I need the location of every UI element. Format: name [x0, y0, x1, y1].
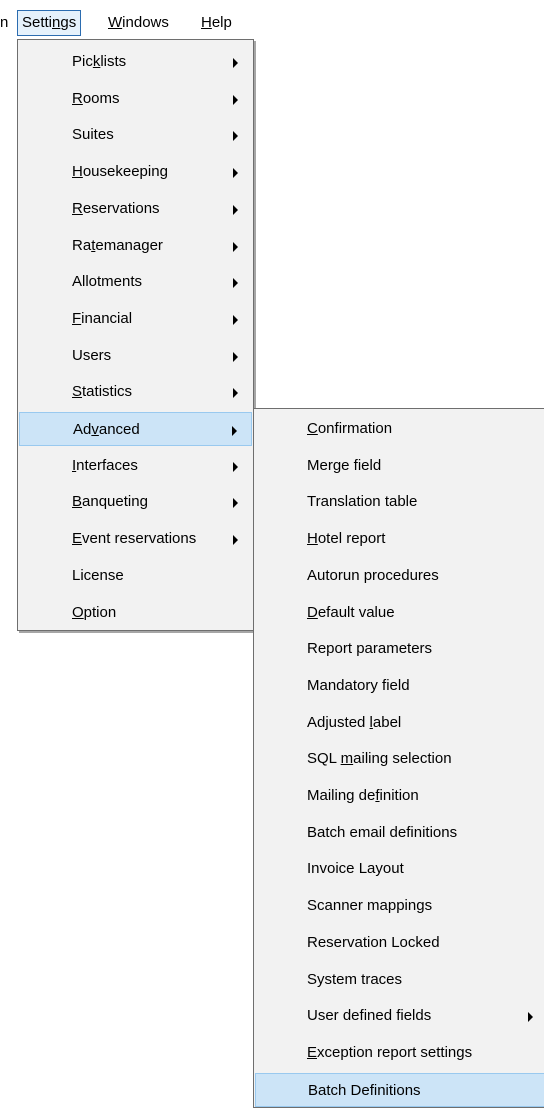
settings-item-label: Users: [72, 346, 112, 364]
advanced-item-invoice-layout[interactable]: Invoice Layout: [255, 852, 544, 886]
submenu-arrow-icon: [233, 58, 238, 68]
advanced-item-label: Batch Definitions: [308, 1081, 421, 1099]
advanced-item-default-value[interactable]: Default value: [255, 596, 544, 630]
settings-item-suites[interactable]: Suites: [19, 118, 252, 152]
settings-item-advanced[interactable]: Advanced: [19, 412, 252, 446]
advanced-item-label: Autorun procedures: [307, 566, 439, 584]
advanced-item-label: Scanner mappings: [307, 897, 433, 915]
settings-item-allotments[interactable]: Allotments: [19, 265, 252, 299]
submenu-arrow-icon: [233, 535, 238, 546]
advanced-item-label: Merge field: [307, 456, 382, 474]
submenu-arrow-icon: [233, 314, 238, 325]
submenu-arrow-icon: [233, 204, 238, 215]
advanced-item-label: Default value: [307, 603, 395, 621]
settings-item-rooms[interactable]: Rooms: [19, 82, 252, 116]
advanced-item-label: Exception report settings: [307, 1043, 473, 1061]
submenu-arrow-icon: [233, 498, 238, 509]
advanced-item-autorun-procedures[interactable]: Autorun procedures: [255, 559, 544, 593]
settings-item-financial[interactable]: Financial: [19, 302, 252, 336]
advanced-item-label: SQL mailing selection: [307, 750, 452, 768]
settings-item-option[interactable]: Option: [19, 596, 252, 630]
advanced-item-user-defined-fields[interactable]: User defined fields: [255, 999, 544, 1033]
advanced-item-label: Batch email definitions: [307, 823, 458, 841]
submenu-arrow-icon: [528, 1012, 533, 1023]
advanced-item-label: Mailing definition: [307, 787, 419, 804]
advanced-item-confirmation[interactable]: Confirmation: [255, 412, 544, 446]
advanced-item-label: Reservation Locked: [307, 933, 440, 951]
advanced-item-mailing-definition[interactable]: Mailing definition: [255, 779, 544, 813]
submenu-arrow-icon: [233, 131, 238, 142]
settings-item-label: Suites: [72, 126, 114, 144]
settings-item-banqueting[interactable]: Banqueting: [19, 485, 252, 519]
submenu-arrow-icon: [233, 241, 238, 252]
submenu-arrow-icon: [233, 278, 238, 289]
settings-item-housekeeping[interactable]: Housekeeping: [19, 155, 252, 189]
menubar-clipped-item[interactable]: n: [0, 10, 8, 36]
advanced-item-label: System traces: [307, 970, 403, 988]
settings-item-label: Housekeeping: [72, 163, 168, 181]
settings-item-ratemanager[interactable]: Ratemanager: [19, 229, 252, 263]
advanced-item-label: Mandatory field: [307, 676, 410, 694]
advanced-submenu: Confirmation Merge field Translation table…: [253, 408, 544, 1108]
settings-item-label: Option: [72, 603, 117, 621]
menu-windows[interactable]: Windows: [104, 10, 173, 36]
advanced-item-mandatory-field[interactable]: Mandatory field: [255, 669, 544, 703]
advanced-item-translation-table[interactable]: Translation table: [255, 485, 544, 519]
settings-item-label: Financial: [72, 309, 133, 327]
advanced-item-system-traces[interactable]: System traces: [255, 963, 544, 997]
settings-item-label: Event reservations: [72, 530, 197, 548]
advanced-item-batch-definitions[interactable]: Batch Definitions: [255, 1072, 544, 1107]
submenu-arrow-icon: [233, 94, 238, 105]
settings-item-label: Picklists: [72, 53, 127, 70]
settings-item-label: Banqueting: [72, 493, 148, 511]
settings-item-event-reservations[interactable]: Event reservations: [19, 522, 252, 556]
advanced-item-adjusted-label[interactable]: Adjusted label: [255, 706, 544, 740]
settings-item-license[interactable]: License: [19, 559, 252, 593]
settings-item-label: Interfaces: [72, 456, 138, 474]
settings-item-statistics[interactable]: Statistics: [19, 375, 252, 409]
submenu-arrow-icon: [233, 351, 238, 362]
submenu-arrow-icon: [233, 388, 238, 399]
submenu-arrow-icon: [232, 426, 237, 436]
settings-item-users[interactable]: Users: [19, 339, 252, 373]
advanced-item-hotel-report[interactable]: Hotel report: [255, 522, 544, 556]
settings-item-interfaces[interactable]: Interfaces: [19, 449, 252, 483]
menu-settings[interactable]: Settings: [17, 10, 82, 36]
advanced-item-label: Hotel report: [307, 530, 386, 548]
settings-item-picklists[interactable]: Picklists: [19, 45, 252, 79]
submenu-arrow-icon: [233, 168, 238, 179]
settings-dropdown: Picklists Rooms Suites Housekeeping Reservat…: [17, 39, 254, 631]
settings-item-reservations[interactable]: Reservations: [19, 192, 252, 226]
settings-item-label: Statistics: [72, 383, 133, 401]
menu-help[interactable]: Help: [197, 10, 236, 36]
settings-item-label: Reservations: [72, 199, 160, 217]
submenu-arrow-icon: [233, 461, 238, 472]
advanced-item-merge-field[interactable]: Merge field: [255, 449, 544, 483]
advanced-item-batch-email-definitions[interactable]: Batch email definitions: [255, 816, 544, 850]
settings-item-label: Advanced: [73, 421, 140, 438]
advanced-item-label: Report parameters: [307, 640, 433, 658]
menu-bar: n Settings Windows Help: [0, 0, 544, 38]
settings-item-label: Allotments: [72, 273, 143, 291]
advanced-item-label: Confirmation: [307, 420, 393, 437]
advanced-item-label: Adjusted label: [307, 713, 402, 731]
settings-item-label: Ratemanager: [72, 236, 163, 254]
advanced-item-label: User defined fields: [307, 1007, 432, 1025]
advanced-item-scanner-mappings[interactable]: Scanner mappings: [255, 889, 544, 923]
settings-item-label: License: [72, 566, 124, 584]
advanced-item-sql-mailing-selection[interactable]: SQL mailing selection: [255, 742, 544, 776]
advanced-item-label: Translation table: [307, 493, 418, 511]
advanced-item-reservation-locked[interactable]: Reservation Locked: [255, 926, 544, 960]
advanced-item-report-parameters[interactable]: Report parameters: [255, 632, 544, 666]
advanced-item-label: Invoice Layout: [307, 860, 404, 878]
advanced-item-exception-report-settings[interactable]: Exception report settings: [255, 1036, 544, 1070]
settings-item-label: Rooms: [72, 89, 120, 107]
